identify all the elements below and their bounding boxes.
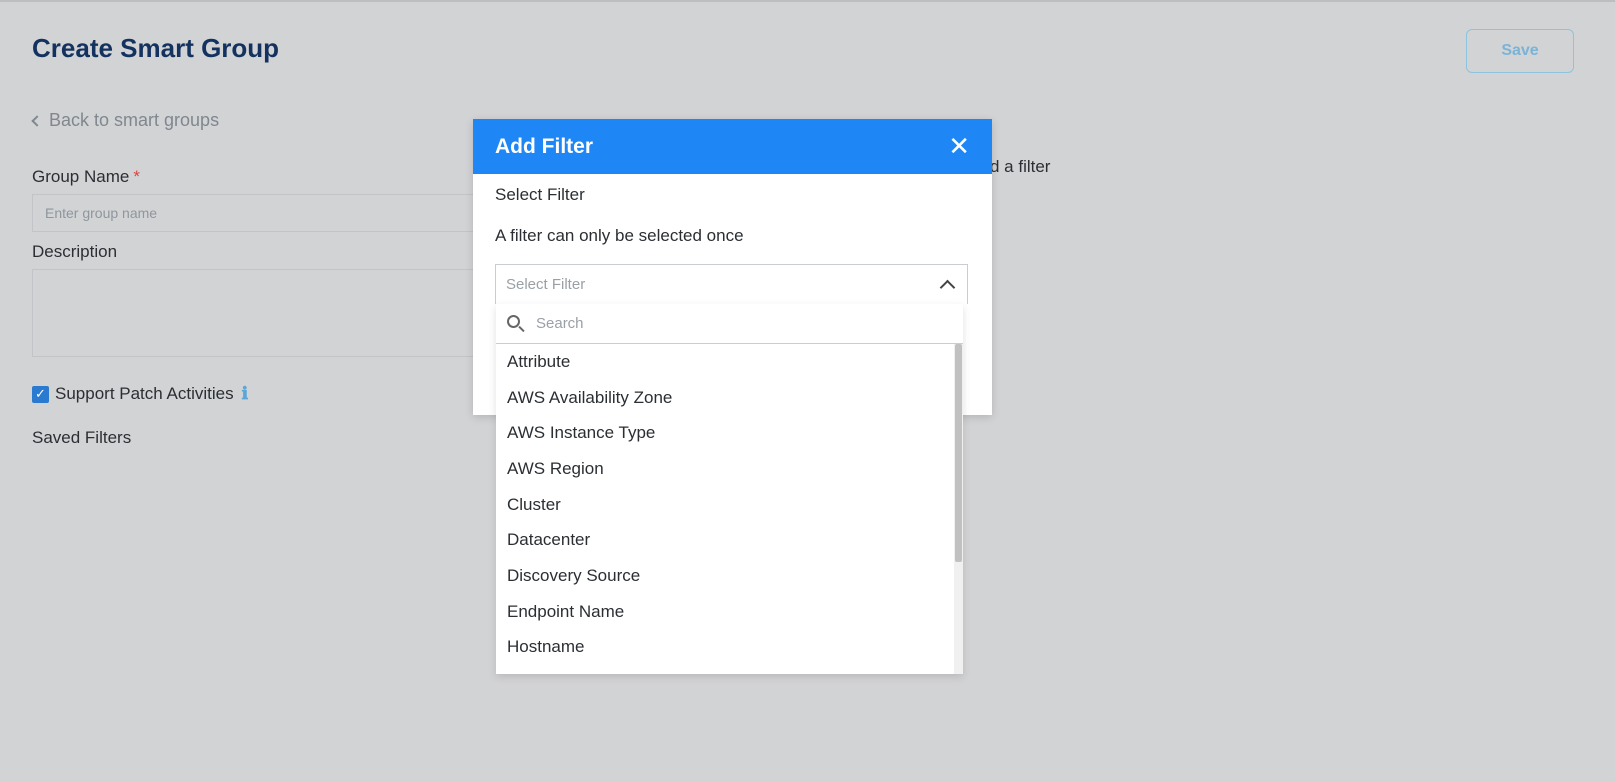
save-button[interactable]: Save xyxy=(1466,29,1574,73)
filter-select[interactable]: Select Filter xyxy=(495,264,968,304)
filter-option-list: Attribute AWS Availability Zone AWS Inst… xyxy=(496,344,963,674)
support-patch-checkbox[interactable]: ✓ xyxy=(32,385,49,403)
scrollbar-thumb[interactable] xyxy=(955,344,962,562)
filter-dropdown: Search Attribute AWS Availability Zone A… xyxy=(496,304,963,674)
select-filter-label: Select Filter xyxy=(495,185,585,204)
list-item[interactable]: AWS Instance Type xyxy=(496,415,963,451)
top-border xyxy=(0,0,1615,2)
filter-note: A filter can only be selected once xyxy=(495,226,744,245)
support-patch-row: ✓ Support Patch Activities ℹ xyxy=(32,384,248,404)
list-item[interactable]: Attribute xyxy=(496,344,963,380)
info-icon[interactable]: ℹ xyxy=(242,384,248,404)
description-textarea[interactable] xyxy=(32,269,492,357)
description-label: Description xyxy=(32,242,118,261)
search-input[interactable]: Search xyxy=(536,315,584,332)
add-filter-hint: d a filter xyxy=(990,157,1051,176)
modal-header: Add Filter ✕ xyxy=(473,119,992,174)
list-item[interactable]: AWS Availability Zone xyxy=(496,380,963,416)
support-patch-label: Support Patch Activities xyxy=(55,384,234,403)
chevron-left-icon xyxy=(31,115,43,127)
list-item[interactable]: Endpoint Name xyxy=(496,594,963,630)
group-name-input[interactable]: Enter group name xyxy=(32,194,492,232)
back-link-label: Back to smart groups xyxy=(49,110,220,130)
group-name-label: Group Name * xyxy=(32,167,140,186)
list-item[interactable]: Hostname xyxy=(496,630,963,666)
list-item[interactable]: Cluster xyxy=(496,487,963,523)
group-name-placeholder: Enter group name xyxy=(45,205,158,221)
chevron-up-icon xyxy=(939,279,956,296)
close-icon[interactable]: ✕ xyxy=(948,134,970,160)
saved-filters-label: Saved Filters xyxy=(32,428,132,447)
filter-select-placeholder: Select Filter xyxy=(506,276,586,293)
back-link[interactable]: Back to smart groups xyxy=(31,110,220,131)
page-title: Create Smart Group xyxy=(32,33,280,63)
required-asterisk: * xyxy=(133,167,140,186)
list-item[interactable]: Discovery Source xyxy=(496,558,963,594)
list-item[interactable]: Datacenter xyxy=(496,522,963,558)
list-item[interactable]: AWS Region xyxy=(496,451,963,487)
search-icon xyxy=(506,314,526,334)
dropdown-search[interactable]: Search xyxy=(496,304,963,344)
modal-title: Add Filter xyxy=(495,134,593,158)
dropdown-scrollbar[interactable] xyxy=(954,344,963,674)
